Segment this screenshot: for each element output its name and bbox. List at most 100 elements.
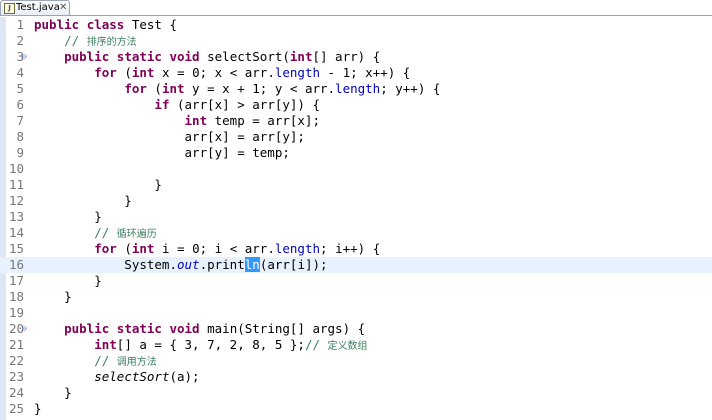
line-number: 23 bbox=[8, 369, 24, 384]
code-token: public bbox=[64, 49, 110, 64]
code-line[interactable]: 22 // 调用方法 bbox=[0, 353, 712, 369]
code-line[interactable]: 6 if (arr[x] > arr[y]) { bbox=[0, 97, 712, 113]
code-text: int temp = arr[x]; bbox=[34, 113, 320, 129]
code-text: } bbox=[34, 193, 132, 209]
code-text: } bbox=[34, 209, 102, 225]
code-line[interactable]: 3 ⊖ public static void selectSort(int[] a… bbox=[0, 49, 712, 65]
code-text: } bbox=[34, 273, 102, 289]
code-token: 循环遍历 bbox=[116, 229, 157, 240]
code-line[interactable]: 13 } bbox=[0, 209, 712, 225]
tab-test-java[interactable]: J Test.java ✕ bbox=[0, 0, 70, 15]
code-line[interactable]: 18 } bbox=[0, 289, 712, 305]
line-number: 19 bbox=[8, 305, 24, 320]
code-token: arr[y] = temp; bbox=[34, 145, 290, 160]
code-line[interactable]: 2 // 排序的方法 bbox=[0, 33, 712, 49]
code-token: selectSort bbox=[94, 369, 170, 384]
code-token: static bbox=[116, 321, 162, 336]
code-token: } bbox=[34, 289, 72, 304]
fold-toggle-icon[interactable]: ⊖ bbox=[22, 321, 27, 337]
line-number: 11 bbox=[8, 177, 24, 192]
code-line[interactable]: 16 System.out.println(arr[i]); bbox=[0, 257, 712, 273]
code-token: } bbox=[34, 209, 102, 224]
code-token: i = 0; i < arr. bbox=[154, 241, 275, 256]
code-token: ( bbox=[116, 241, 132, 256]
line-number: 13 bbox=[8, 209, 24, 224]
code-token: // bbox=[34, 33, 87, 48]
code-line[interactable]: 20 ⊖ public static void main(String[] arg… bbox=[0, 321, 712, 337]
code-token: } bbox=[34, 193, 132, 208]
code-token: ; i++) { bbox=[320, 241, 381, 256]
java-file-icon: J bbox=[4, 3, 15, 14]
line-number: 5 bbox=[16, 81, 24, 96]
code-text: } bbox=[34, 385, 72, 401]
code-token: length bbox=[274, 65, 321, 80]
code-editor[interactable]: 1 public class Test {2 // 排序的方法 3 ⊖ public … bbox=[0, 17, 712, 420]
code-token: - 1; x++) { bbox=[320, 65, 411, 80]
code-token: for bbox=[124, 81, 147, 96]
close-icon[interactable]: ✕ bbox=[59, 2, 67, 14]
code-token: // bbox=[34, 225, 117, 240]
fold-toggle-icon[interactable]: ⊖ bbox=[22, 49, 27, 65]
code-line[interactable]: 17 } bbox=[0, 273, 712, 289]
code-token: (a); bbox=[169, 369, 200, 384]
code-token: arr[x] = arr[y]; bbox=[34, 129, 305, 144]
code-line[interactable]: 5 for (int y = x + 1; y < arr.length; y+… bbox=[0, 81, 712, 97]
code-token: ( bbox=[146, 81, 162, 96]
code-token: int bbox=[161, 81, 185, 96]
code-token: [] a = { 3, 7, 2, 8, 5 }; bbox=[116, 337, 305, 352]
code-token: void bbox=[169, 321, 200, 336]
code-line[interactable]: 1 public class Test { bbox=[0, 17, 712, 33]
code-text: for (int i = 0; i < arr.length; i++) { bbox=[34, 241, 380, 257]
code-token: int bbox=[131, 241, 155, 256]
line-number: 16 bbox=[8, 257, 24, 272]
code-line[interactable]: 10 bbox=[0, 161, 712, 177]
code-line[interactable]: 7 int temp = arr[x]; bbox=[0, 113, 712, 129]
code-token: int bbox=[289, 49, 313, 64]
line-number: 18 bbox=[8, 289, 24, 304]
code-text: arr[x] = arr[y]; bbox=[34, 129, 305, 145]
code-token: Test { bbox=[124, 17, 178, 32]
code-line[interactable]: 9 arr[y] = temp; bbox=[0, 145, 712, 161]
code-line[interactable]: 21 int[] a = { 3, 7, 2, 8, 5 };// 定义数组 bbox=[0, 337, 712, 353]
code-token: for bbox=[94, 241, 117, 256]
code-line[interactable]: 8 arr[x] = arr[y]; bbox=[0, 129, 712, 145]
code-line[interactable]: 15 for (int i = 0; i < arr.length; i++) … bbox=[0, 241, 712, 257]
code-text: public static void selectSort(int[] arr)… bbox=[34, 49, 380, 65]
code-token: out bbox=[177, 257, 200, 272]
code-token: for bbox=[94, 65, 117, 80]
code-line[interactable]: 12 } bbox=[0, 193, 712, 209]
code-line[interactable]: 25} bbox=[0, 401, 712, 417]
code-line[interactable]: 4 for (int x = 0; x < arr.length - 1; x+… bbox=[0, 65, 712, 81]
code-token: 排序的方法 bbox=[86, 37, 137, 48]
code-token: 定义数组 bbox=[327, 341, 368, 352]
code-token: main(String[] args) { bbox=[199, 321, 366, 336]
code-line[interactable]: 24 } bbox=[0, 385, 712, 401]
code-token: (arr[i]); bbox=[259, 257, 328, 272]
code-token: int bbox=[184, 113, 208, 128]
code-token: selectSort( bbox=[199, 49, 290, 64]
line-number: 9 bbox=[16, 145, 24, 160]
code-text: arr[y] = temp; bbox=[34, 145, 290, 161]
selected-text: ln bbox=[244, 257, 260, 272]
code-line[interactable]: 14 // 循环遍历 bbox=[0, 225, 712, 241]
tab-label: Test.java bbox=[16, 2, 60, 13]
line-number: 8 bbox=[16, 129, 24, 144]
line-number: 14 bbox=[8, 225, 24, 240]
code-line[interactable]: 11 } bbox=[0, 177, 712, 193]
line-number: 22 bbox=[8, 353, 24, 368]
code-line[interactable]: 19 bbox=[0, 305, 712, 321]
code-token: } bbox=[34, 385, 72, 400]
code-token: class bbox=[86, 17, 125, 32]
code-text: if (arr[x] > arr[y]) { bbox=[34, 97, 320, 113]
code-line[interactable]: 23 selectSort(a); bbox=[0, 369, 712, 385]
code-token: (arr[x] > arr[y]) { bbox=[169, 97, 320, 112]
line-number: 1 bbox=[16, 17, 24, 32]
